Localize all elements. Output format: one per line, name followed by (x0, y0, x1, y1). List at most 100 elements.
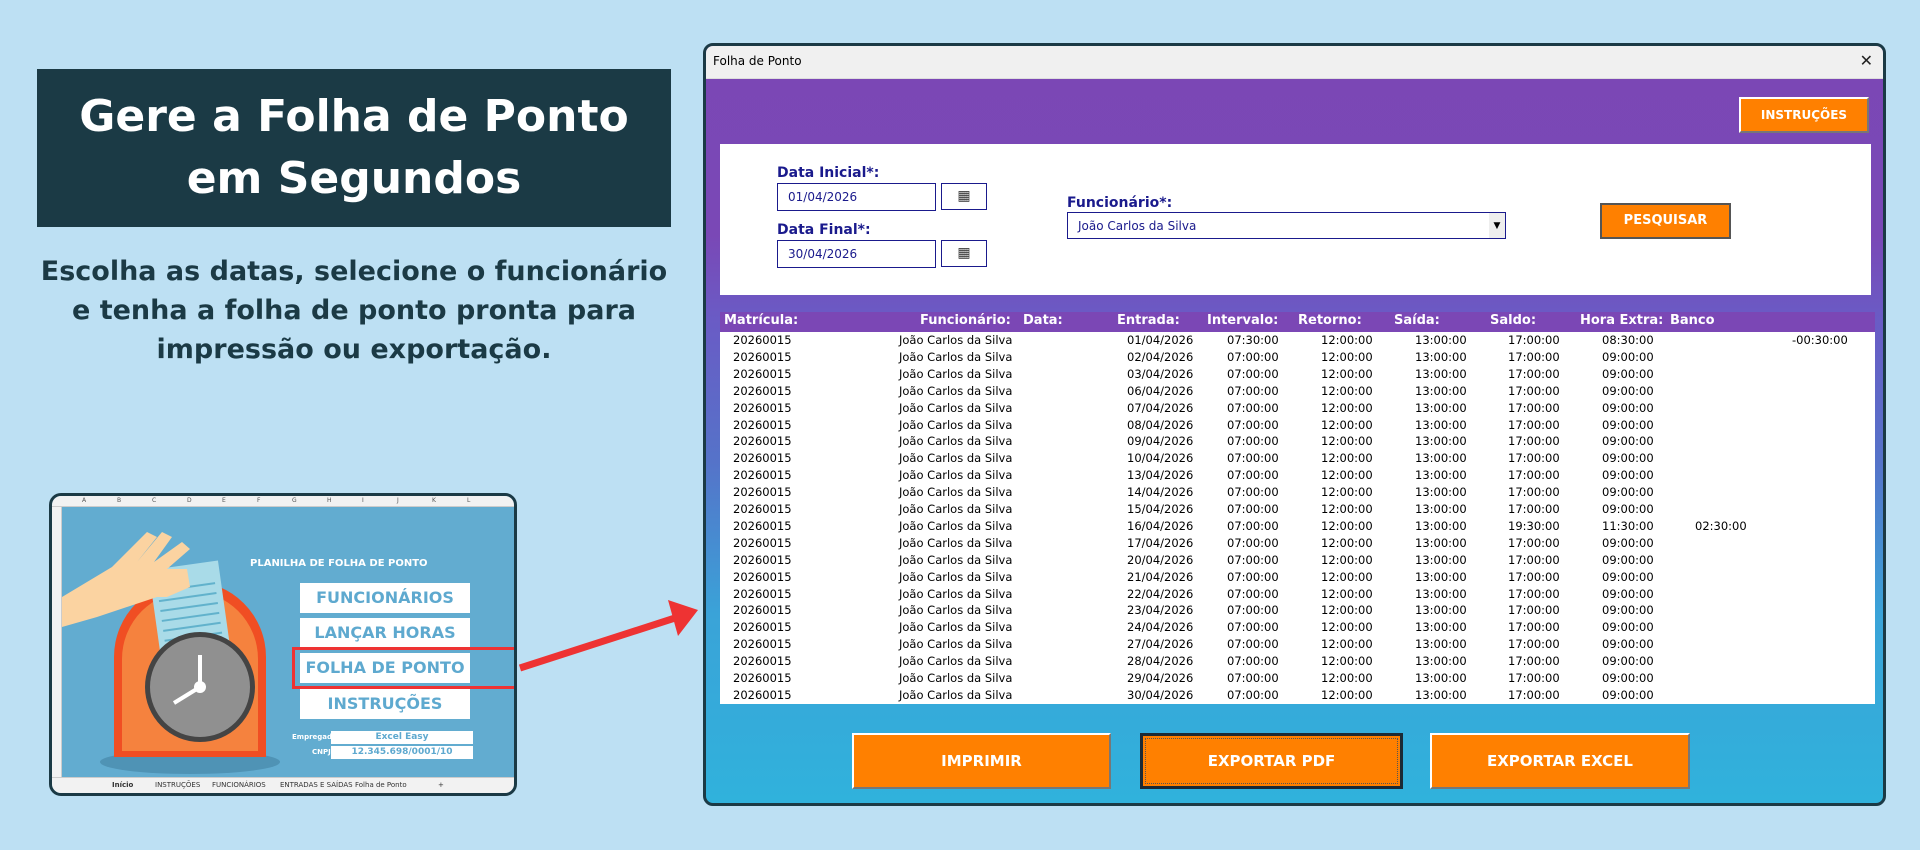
table-row[interactable]: 20260015 João Carlos da Silva 17/04/2026 07… (720, 535, 1875, 552)
data-inicial-label: Data Inicial*: (777, 165, 880, 181)
table-cell: 12:00:00 (1321, 366, 1373, 381)
export-excel-button[interactable]: EXPORTAR EXCEL (1430, 733, 1690, 789)
table-cell: 09:00:00 (1602, 552, 1654, 567)
table-cell: 07:00:00 (1227, 468, 1279, 483)
table-row[interactable]: 20260015 João Carlos da Silva 08/04/2026 07… (720, 417, 1875, 434)
table-cell: 17:00:00 (1508, 383, 1560, 398)
close-icon[interactable]: ✕ (1860, 46, 1873, 76)
table-cell: 20260015 (733, 451, 792, 466)
column-header: Saldo: (1490, 313, 1537, 328)
sheet-tab: INSTRUÇÕES (155, 781, 201, 789)
table-row[interactable]: 20260015 João Carlos da Silva 13/04/2026 07… (720, 467, 1875, 484)
table-cell: 20260015 (733, 502, 792, 516)
table-cell: 13:00:00 (1415, 654, 1467, 669)
search-button[interactable]: PESQUISAR (1600, 203, 1731, 239)
table-row[interactable]: 20260015 João Carlos da Silva 24/04/2026 07… (720, 619, 1875, 636)
table-row[interactable]: 20260015 João Carlos da Silva 27/04/2026 07… (720, 636, 1875, 653)
table-cell: 01/04/2026 (1127, 333, 1194, 347)
hero-title-line1: Gere a Folha de Ponto (79, 91, 629, 142)
table-row[interactable]: 20260015 João Carlos da Silva 15/04/2026 07… (720, 501, 1875, 518)
sheet-tab: + (438, 781, 444, 789)
table-cell: 09:00:00 (1602, 586, 1654, 601)
table-row[interactable]: 20260015 João Carlos da Silva 29/04/2026 07… (720, 670, 1875, 687)
table-row[interactable]: 20260015 João Carlos da Silva 28/04/2026 07… (720, 653, 1875, 670)
table-cell: 13:00:00 (1415, 366, 1467, 381)
table-cell: 27/04/2026 (1127, 637, 1194, 652)
sheet-tab: ENTRADAS E SAÍDAS (280, 781, 353, 789)
column-header: A (82, 497, 87, 504)
table-row[interactable]: 20260015 João Carlos da Silva 21/04/2026 07… (720, 569, 1875, 586)
table-row[interactable]: 20260015 João Carlos da Silva 09/04/2026 07… (720, 433, 1875, 450)
table-row[interactable]: 20260015 João Carlos da Silva 23/04/2026 07… (720, 602, 1875, 619)
table-cell: João Carlos da Silva (899, 654, 1013, 669)
column-header: Data: (1023, 313, 1063, 328)
table-cell: 09:00:00 (1602, 451, 1654, 466)
table-cell: 29/04/2026 (1127, 671, 1194, 685)
table-row[interactable]: 20260015 João Carlos da Silva 10/04/2026 07… (720, 450, 1875, 467)
table-cell: João Carlos da Silva (899, 586, 1013, 601)
table-row[interactable]: 20260015 João Carlos da Silva 16/04/2026 07… (720, 518, 1875, 535)
table-row[interactable]: 20260015 João Carlos da Silva 01/04/2026 07… (720, 332, 1875, 349)
table-cell: João Carlos da Silva (899, 333, 1013, 347)
filter-panel: Data Inicial*: ▦ Data Final*: ▦ Funcioná… (720, 144, 1871, 295)
chevron-down-icon[interactable]: ▼ (1489, 213, 1505, 238)
table-cell: 12:00:00 (1321, 654, 1373, 669)
table-row[interactable]: 20260015 João Carlos da Silva 22/04/2026 07… (720, 586, 1875, 603)
table-cell: 12:00:00 (1321, 434, 1373, 449)
table-cell: 09:00:00 (1602, 535, 1654, 550)
table-cell: -00:30:00 (1792, 333, 1848, 347)
table-cell: 07:00:00 (1227, 620, 1279, 635)
table-row[interactable]: 20260015 João Carlos da Silva 06/04/2026 07… (720, 383, 1875, 400)
column-header: D (187, 497, 192, 504)
table-row[interactable]: 20260015 João Carlos da Silva 30/04/2026 07… (720, 687, 1875, 704)
table-cell: 19:30:00 (1508, 518, 1560, 533)
print-button[interactable]: IMPRIMIR (852, 733, 1111, 789)
column-header: Saída: (1394, 313, 1440, 328)
table-cell: 16/04/2026 (1127, 518, 1194, 533)
table-cell: 12:00:00 (1321, 586, 1373, 601)
table-cell: João Carlos da Silva (899, 366, 1013, 381)
data-final-input[interactable] (777, 240, 936, 268)
table-cell: 17:00:00 (1508, 434, 1560, 449)
table-cell: 09:00:00 (1602, 366, 1654, 381)
column-header: Funcionário: (920, 313, 1011, 328)
row-headers (52, 507, 62, 777)
column-header: Retorno: (1298, 313, 1362, 328)
hero-title-line2: em Segundos (186, 153, 522, 204)
table-cell: 12:00:00 (1321, 333, 1373, 347)
table-cell: 13:00:00 (1415, 349, 1467, 364)
sheet-tab: Início (112, 781, 134, 789)
table-cell: 07:00:00 (1227, 518, 1279, 533)
table-cell: 15/04/2026 (1127, 502, 1194, 516)
table-cell: João Carlos da Silva (899, 383, 1013, 398)
table-cell: 20260015 (733, 366, 792, 381)
table-cell: 20260015 (733, 620, 792, 635)
employer-value: Excel Easy (331, 731, 473, 744)
table-row[interactable]: 20260015 João Carlos da Silva 03/04/2026 07… (720, 366, 1875, 383)
table-cell: 12:00:00 (1321, 671, 1373, 685)
calendar-icon[interactable]: ▦ (941, 240, 987, 267)
table-cell: 09:00:00 (1602, 349, 1654, 364)
table-cell: 07:00:00 (1227, 451, 1279, 466)
instructions-button[interactable]: INSTRUÇÕES (1739, 97, 1869, 133)
column-headers: A B C D E F G H I J K L (52, 496, 514, 507)
table-cell: 20260015 (733, 400, 792, 415)
table-row[interactable]: 20260015 João Carlos da Silva 07/04/2026 07… (720, 400, 1875, 417)
table-cell: 17:00:00 (1508, 535, 1560, 550)
funcionario-label: Funcionário*: (1067, 195, 1173, 211)
data-inicial-input[interactable] (777, 183, 936, 211)
table-row[interactable]: 20260015 João Carlos da Silva 02/04/2026 07… (720, 349, 1875, 366)
export-pdf-button[interactable]: EXPORTAR PDF (1140, 733, 1403, 789)
thumbnail-heading: PLANILHA DE FOLHA DE PONTO (250, 558, 428, 569)
table-row[interactable]: 20260015 João Carlos da Silva 14/04/2026 07… (720, 484, 1875, 501)
table-cell: 02:30:00 (1695, 518, 1747, 533)
table-cell: João Carlos da Silva (899, 502, 1013, 516)
table-cell: 07:00:00 (1227, 687, 1279, 702)
table-row[interactable]: 20260015 João Carlos da Silva 20/04/2026 07… (720, 552, 1875, 569)
funcionario-select[interactable]: João Carlos da Silva ▼ (1067, 212, 1506, 239)
table-cell: 07:00:00 (1227, 349, 1279, 364)
calendar-icon[interactable]: ▦ (941, 183, 987, 210)
column-header: Intervalo: (1207, 313, 1279, 328)
table-cell: 07:00:00 (1227, 569, 1279, 584)
thumb-button-lancar-horas: LANÇAR HORAS (300, 618, 470, 648)
